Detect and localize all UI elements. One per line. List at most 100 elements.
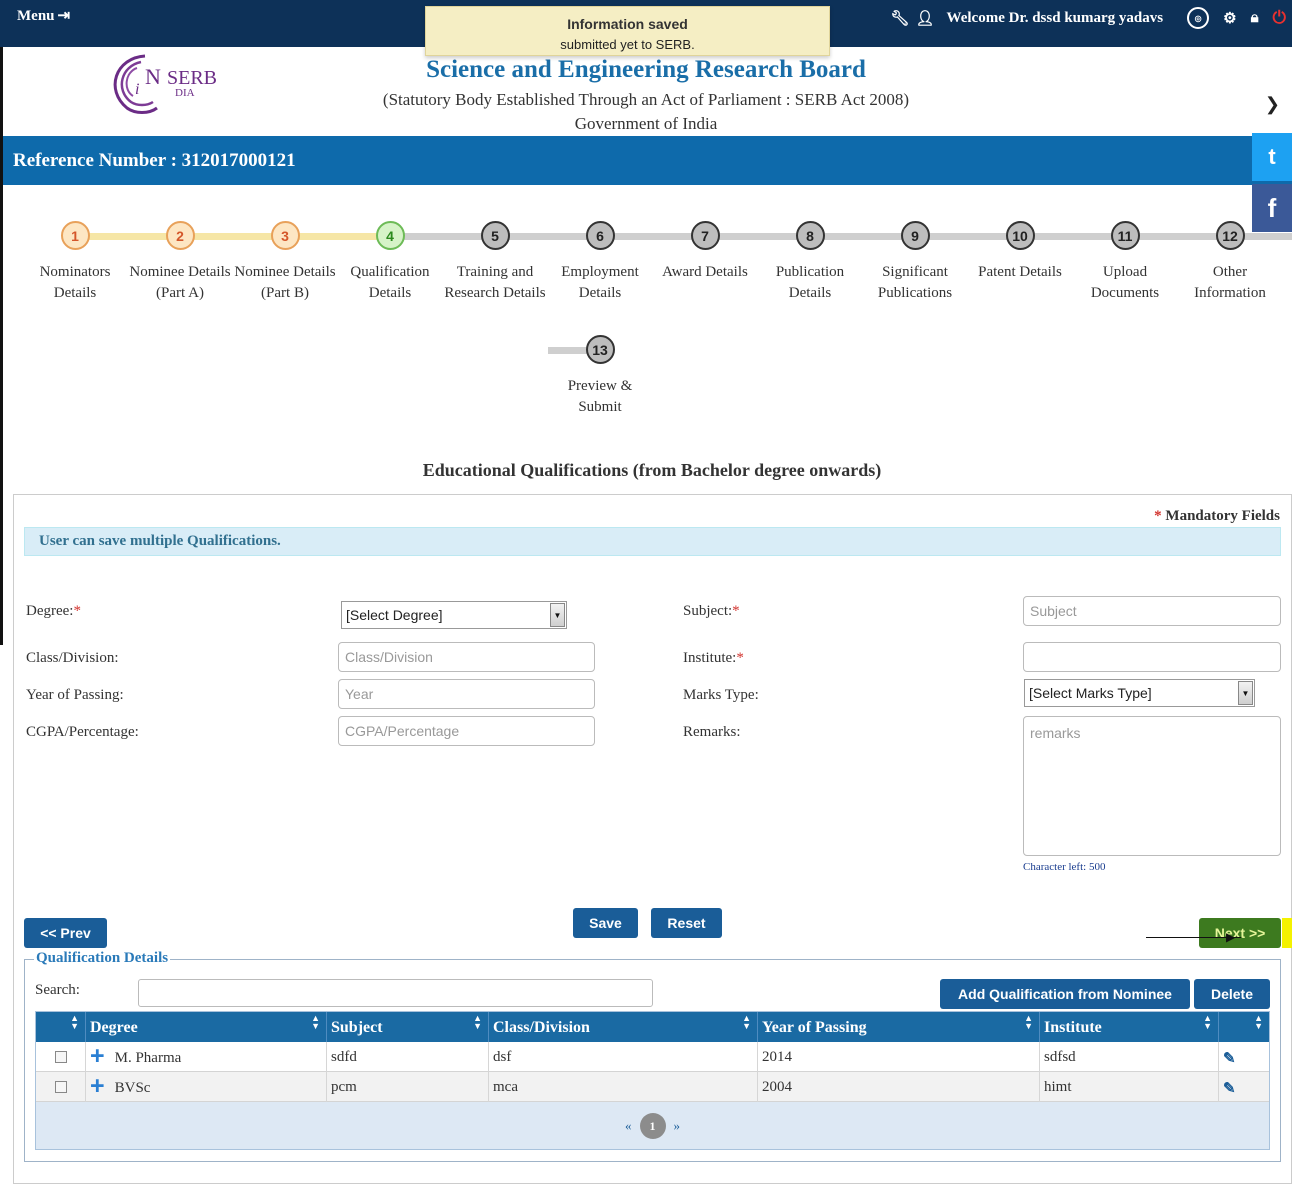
step-other[interactable]: 12 Other Information [1177, 215, 1283, 304]
step-label: Employment Details [561, 264, 639, 301]
step-award[interactable]: 7 Award Details [652, 215, 758, 283]
degree-value: M. Pharma [114, 1050, 182, 1066]
col-institute[interactable]: Institute ▲ ▼ [1040, 1012, 1219, 1042]
remarks-textarea[interactable]: remarks [1023, 716, 1281, 856]
pager-prev[interactable]: « [625, 1118, 632, 1134]
reset-button[interactable]: Reset [651, 908, 722, 938]
emblem-icon[interactable]: ◎ [1187, 7, 1210, 29]
step-label: Upload Documents [1090, 264, 1160, 301]
chevron-right-icon[interactable]: ❯ [1265, 94, 1280, 115]
cgpa-label: CGPA/Percentage: [26, 724, 139, 740]
add-qualification-from-nominee-button[interactable]: Add Qualification from Nominee [940, 979, 1190, 1009]
degree-cell: + M. Pharma [86, 1042, 327, 1072]
step-number: 9 [900, 221, 930, 250]
info-alert: User can save multiple Qualifications. [24, 527, 1281, 556]
degree-label-text: Degree: [26, 603, 74, 619]
sort-icon: ▲ ▼ [473, 1013, 482, 1031]
page-subtitle: (Statutory Body Established Through an A… [382, 90, 910, 109]
character-left-counter: Character left: 500 [1023, 861, 1106, 873]
actions-cell: ✎ [1219, 1042, 1269, 1072]
mandatory-note: * Mandatory Fields [1154, 508, 1280, 524]
step-significant-publications[interactable]: 9 Significant Publications [862, 215, 968, 304]
step-number: 1 [60, 221, 90, 250]
step-patent[interactable]: 10 Patent Details [967, 215, 1073, 283]
step-number: 7 [690, 221, 720, 250]
settings-gear-icon[interactable]: ⚙ [1223, 9, 1236, 28]
institute-input[interactable] [1023, 642, 1281, 672]
cgpa-input[interactable]: CGPA/Percentage [338, 716, 595, 746]
menu-button[interactable]: Menu ⇥ [17, 6, 70, 25]
reference-bar: Reference Number : 312017000121 [3, 136, 1292, 185]
save-button[interactable]: Save [573, 908, 638, 938]
step-number: 2 [165, 221, 195, 250]
pagination: « 1 » [36, 1103, 1269, 1149]
expand-plus-icon[interactable]: + [90, 1072, 105, 1100]
edit-icon[interactable]: ✎ [1223, 1081, 1236, 1097]
step-label: Training and Research Details [444, 264, 546, 301]
col-subject[interactable]: Subject ▲ ▼ [327, 1012, 489, 1042]
table-row: + BVSc pcm mca 2004 himt ✎ [36, 1072, 1269, 1102]
col-actions[interactable]: ▲ ▼ [1219, 1012, 1269, 1042]
user-toolbar: 🔧︎ 👤︎ Welcome Dr. dssd kumarg yadavs ◎ ⚙… [890, 0, 1292, 36]
table-row: + M. Pharma sdfd dsf 2014 sdfsd ✎ [36, 1042, 1269, 1072]
institute-cell: himt [1040, 1072, 1219, 1102]
government-line: Government of India [574, 114, 718, 133]
degree-value: BVSc [114, 1080, 151, 1096]
col-degree[interactable]: Degree ▲ ▼ [86, 1012, 327, 1042]
mandatory-text: Mandatory Fields [1165, 508, 1280, 524]
step-nominators[interactable]: 1 Nominators Details [22, 215, 128, 304]
sort-icon: ▲ ▼ [1024, 1013, 1033, 1031]
step-training[interactable]: 5 Training and Research Details [442, 215, 548, 304]
prev-button[interactable]: << Prev [24, 918, 107, 948]
row-checkbox[interactable] [54, 1051, 67, 1063]
class-division-input[interactable]: Class/Division [338, 642, 595, 672]
col-class-division[interactable]: Class/Division ▲ ▼ [489, 1012, 758, 1042]
search-label: Search: [35, 982, 80, 998]
col-year[interactable]: Year of Passing ▲ ▼ [758, 1012, 1040, 1042]
edit-icon[interactable]: ✎ [1223, 1051, 1236, 1067]
year-input[interactable]: Year [338, 679, 595, 709]
step-nominee-b[interactable]: 3 Nominee Details (Part B) [232, 215, 338, 304]
progress-steps: 1 Nominators Details 2 Nominee Details (Pa… [0, 215, 1292, 435]
step-number: 8 [795, 221, 825, 250]
sort-icon: ▲ ▼ [70, 1013, 79, 1031]
row-checkbox[interactable] [54, 1081, 67, 1093]
twitter-icon[interactable]: t [1252, 133, 1292, 181]
step-label: Award Details [662, 264, 748, 280]
power-logout-icon[interactable]: ⏻ [1273, 8, 1286, 28]
step-label: Significant Publications [877, 264, 953, 301]
sign-in-icon: ⇥ [57, 8, 71, 24]
institute-label-text: Institute: [683, 650, 737, 666]
step-qualification[interactable]: 4 Qualification Details [337, 215, 443, 304]
step-publication[interactable]: 8 Publication Details [757, 215, 863, 304]
step-label: Nominee Details (Part B) [234, 264, 336, 301]
marks-type-value: [Select Marks Type] [1029, 685, 1152, 701]
col-select[interactable]: ▲ ▼ [36, 1012, 86, 1042]
subject-label-text: Subject: [683, 603, 733, 619]
step-employment[interactable]: 6 Employment Details [547, 215, 653, 304]
row-checkbox-cell [36, 1072, 86, 1102]
step-number: 13 [585, 335, 615, 364]
institute-label: Institute:* [683, 650, 744, 666]
table-header: ▲ ▼ Degree ▲ ▼ Subject ▲ ▼ Class/Division ▲ ▼ Y… [36, 1012, 1269, 1042]
subject-input[interactable]: Subject [1023, 596, 1281, 626]
step-upload[interactable]: 11 Upload Documents [1072, 215, 1178, 304]
marks-type-select[interactable]: [Select Marks Type] ▼ [1024, 679, 1255, 707]
qualification-table: ▲ ▼ Degree ▲ ▼ Subject ▲ ▼ Class/Division ▲ ▼ Y… [35, 1011, 1270, 1150]
info-saved-toast: Information saved submitted yet to SERB. [425, 6, 830, 56]
wrench-icon[interactable]: 🔧︎ [890, 9, 909, 28]
step-label: Qualification Details [350, 264, 430, 301]
pager-next[interactable]: » [674, 1118, 681, 1134]
degree-select-value: [Select Degree] [346, 607, 443, 623]
search-input[interactable] [138, 979, 653, 1007]
step-preview-submit[interactable]: 13 Preview & Submit [547, 329, 653, 418]
expand-plus-icon[interactable]: + [90, 1042, 105, 1070]
lock-icon[interactable]: 🔒︎ [1251, 9, 1259, 27]
degree-select[interactable]: [Select Degree] ▼ [341, 601, 567, 629]
next-button[interactable]: Next >> [1199, 918, 1281, 948]
page-1[interactable]: 1 [639, 1113, 666, 1139]
step-number: 11 [1110, 221, 1140, 250]
page-title: Science and Engineering Research Board [426, 56, 866, 83]
step-nominee-a[interactable]: 2 Nominee Details (Part A) [127, 215, 233, 304]
delete-button[interactable]: Delete [1194, 979, 1270, 1009]
